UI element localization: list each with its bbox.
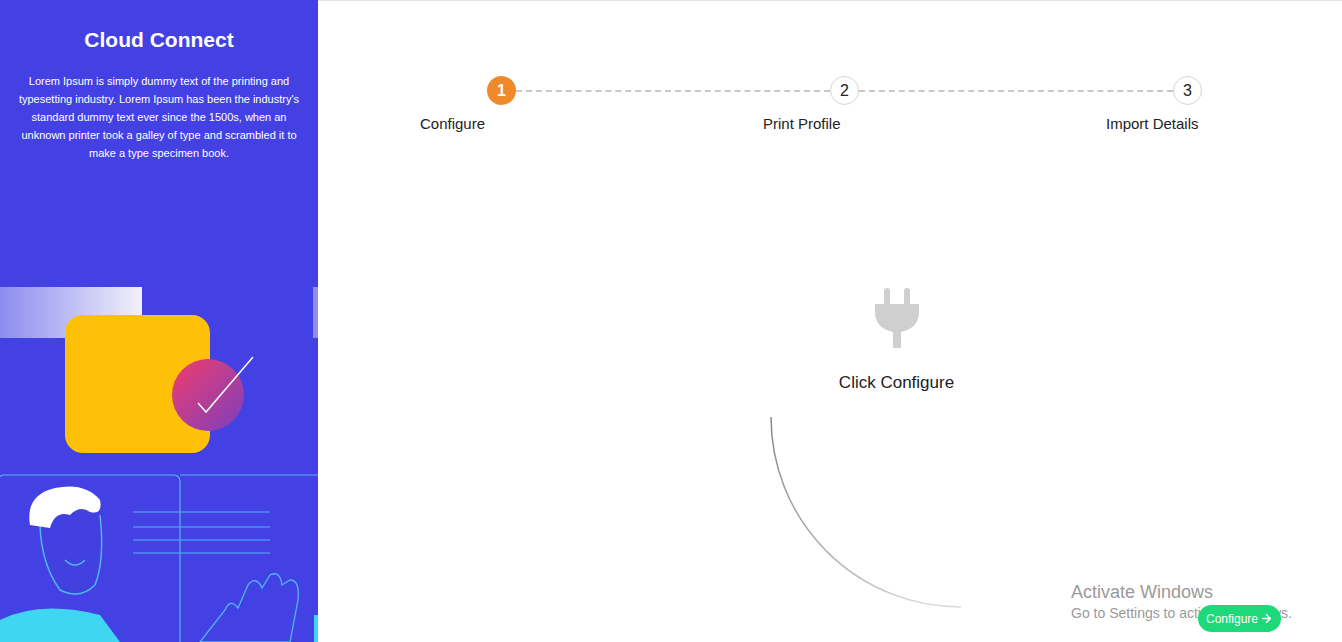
arrow-right-icon (1260, 612, 1273, 625)
sidebar-description: Lorem Ipsum is simply dummy text of the … (0, 72, 318, 162)
step-label: Print Profile (763, 113, 1106, 136)
step-number[interactable]: 3 (1173, 76, 1202, 105)
step-connector (859, 90, 1173, 92)
stepper: 1 2 3 ConfigurePrint ProfileImport Details (318, 76, 1342, 136)
step-number[interactable]: 1 (487, 76, 516, 105)
illustration-icon (0, 282, 318, 642)
empty-state-message: Click Configure (839, 370, 954, 396)
step-label: Configure (420, 113, 763, 136)
step-label: Import Details (1106, 113, 1342, 136)
sidebar: Cloud Connect Lorem Ipsum is simply dummy… (0, 0, 318, 642)
empty-state: Click Configure (344, 288, 1342, 616)
step-connector (516, 90, 830, 92)
plug-icon (873, 288, 921, 350)
sidebar-title: Cloud Connect (0, 24, 318, 56)
step-number[interactable]: 2 (830, 76, 859, 105)
main-panel: 123ConfigurePrint ProfileImport DetailsC… (318, 0, 1342, 642)
app: Cloud Connect Lorem Ipsum is simply dummy… (0, 0, 1342, 642)
configure-button[interactable]: Configure (1198, 605, 1281, 632)
loading-arc-icon (769, 415, 969, 615)
